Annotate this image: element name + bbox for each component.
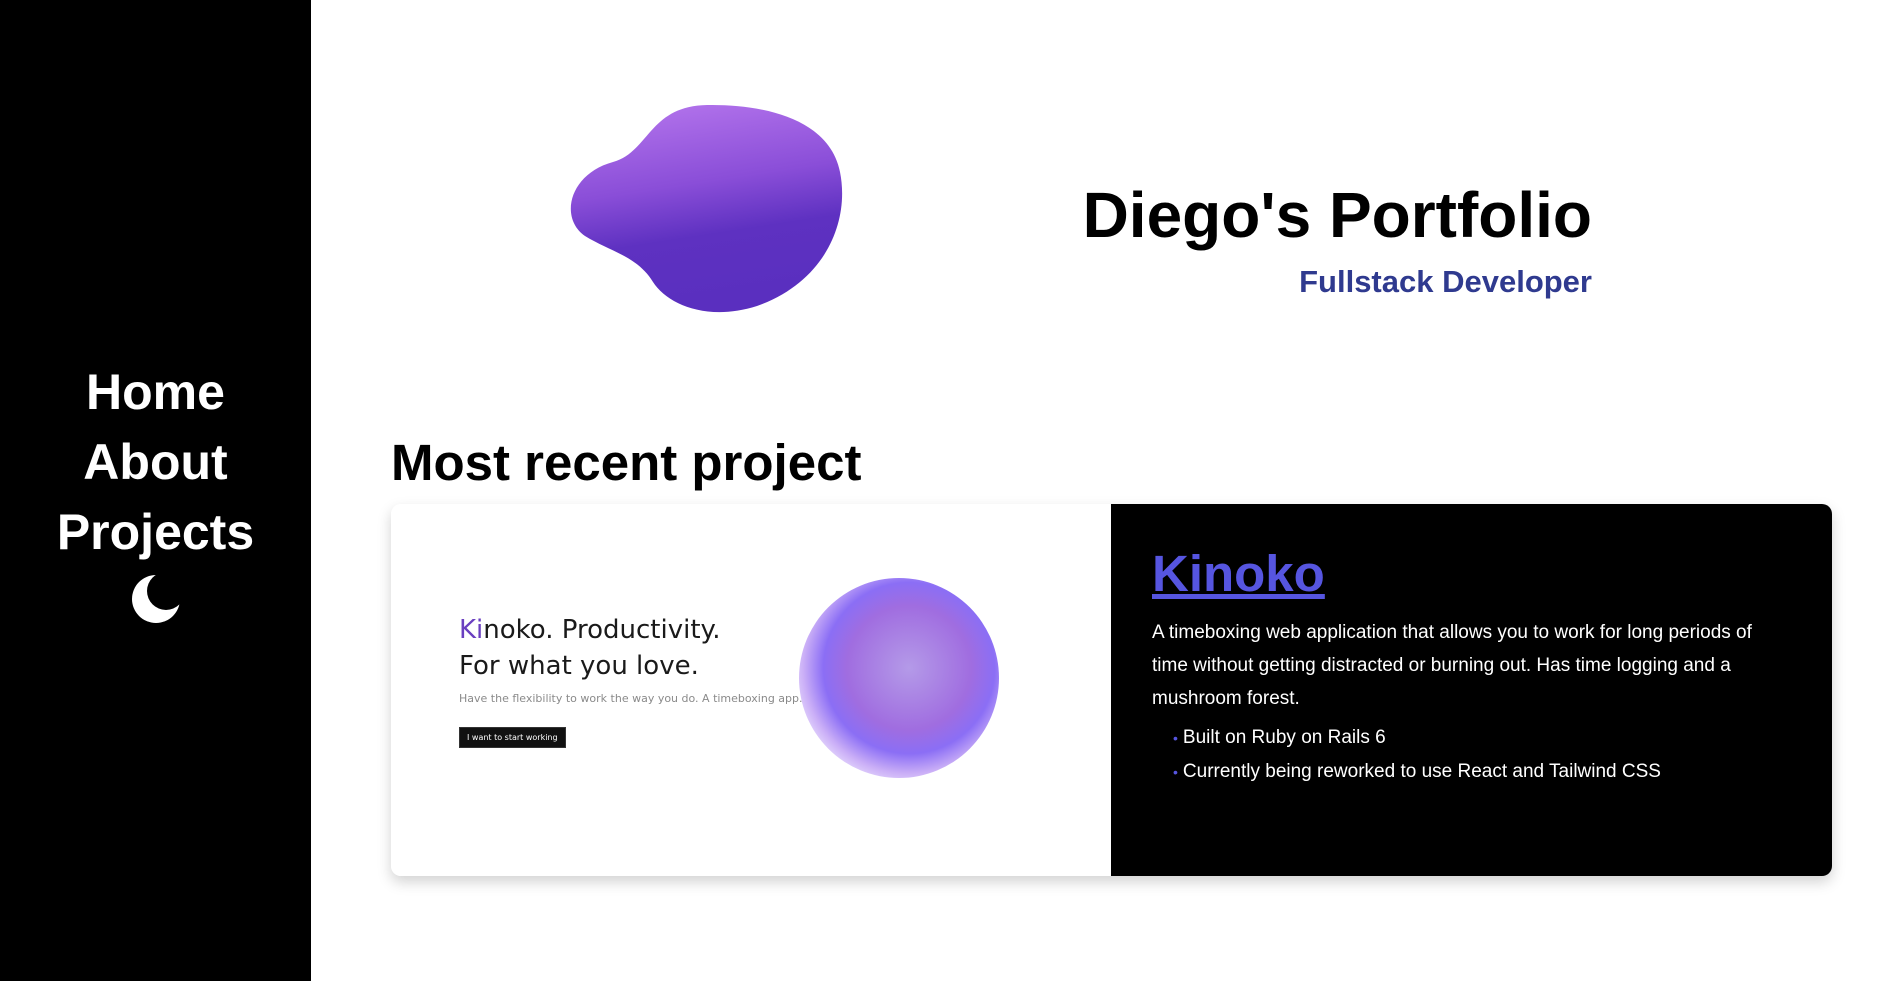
feature-text: Built on Ruby on Rails 6 bbox=[1182, 727, 1386, 748]
section-heading-recent: Most recent project bbox=[391, 434, 862, 491]
nav-link-projects[interactable]: Projects bbox=[57, 497, 254, 567]
purple-blob-graphic bbox=[570, 104, 843, 313]
project-info: Kinoko A timeboxing web application that… bbox=[1111, 504, 1832, 876]
preview-headline-line2: For what you love. bbox=[459, 651, 699, 681]
nav-link-about[interactable]: About bbox=[83, 427, 227, 497]
bullet-icon: • bbox=[1173, 764, 1178, 780]
feature-text: Currently being reworked to use React an… bbox=[1182, 761, 1661, 782]
sidebar: Home About Projects bbox=[0, 0, 311, 981]
preview-text: Kinoko. Productivity. For what you love.… bbox=[459, 612, 803, 748]
project-preview-image: Kinoko. Productivity. For what you love.… bbox=[391, 504, 1111, 876]
page-title: Diego's Portfolio bbox=[1082, 179, 1592, 251]
project-card: Kinoko. Productivity. For what you love.… bbox=[391, 504, 1832, 876]
nav-link-home[interactable]: Home bbox=[86, 357, 225, 427]
preview-cta-button: I want to start working bbox=[459, 727, 566, 748]
preview-orb-graphic bbox=[799, 578, 999, 778]
bullet-icon: • bbox=[1173, 730, 1178, 746]
feature-item: • Built on Ruby on Rails 6 bbox=[1173, 721, 1792, 755]
project-description: A timeboxing web application that allows… bbox=[1152, 622, 1752, 709]
project-title-link[interactable]: Kinoko bbox=[1152, 544, 1325, 604]
preview-headline-accent: Ki bbox=[459, 615, 484, 645]
preview-headline-rest: noko. Productivity. bbox=[483, 615, 721, 645]
page-subtitle: Fullstack Developer bbox=[1299, 264, 1592, 299]
preview-tagline: Have the flexibility to work the way you… bbox=[459, 692, 803, 705]
feature-item: • Currently being reworked to use React a… bbox=[1173, 755, 1792, 789]
moon-icon[interactable] bbox=[130, 573, 182, 625]
main-content: Diego's Portfolio Fullstack Developer Mo… bbox=[311, 0, 1896, 981]
feature-list: • Built on Ruby on Rails 6 • Currently bei… bbox=[1152, 721, 1792, 789]
preview-headline: Kinoko. Productivity. bbox=[459, 612, 803, 648]
